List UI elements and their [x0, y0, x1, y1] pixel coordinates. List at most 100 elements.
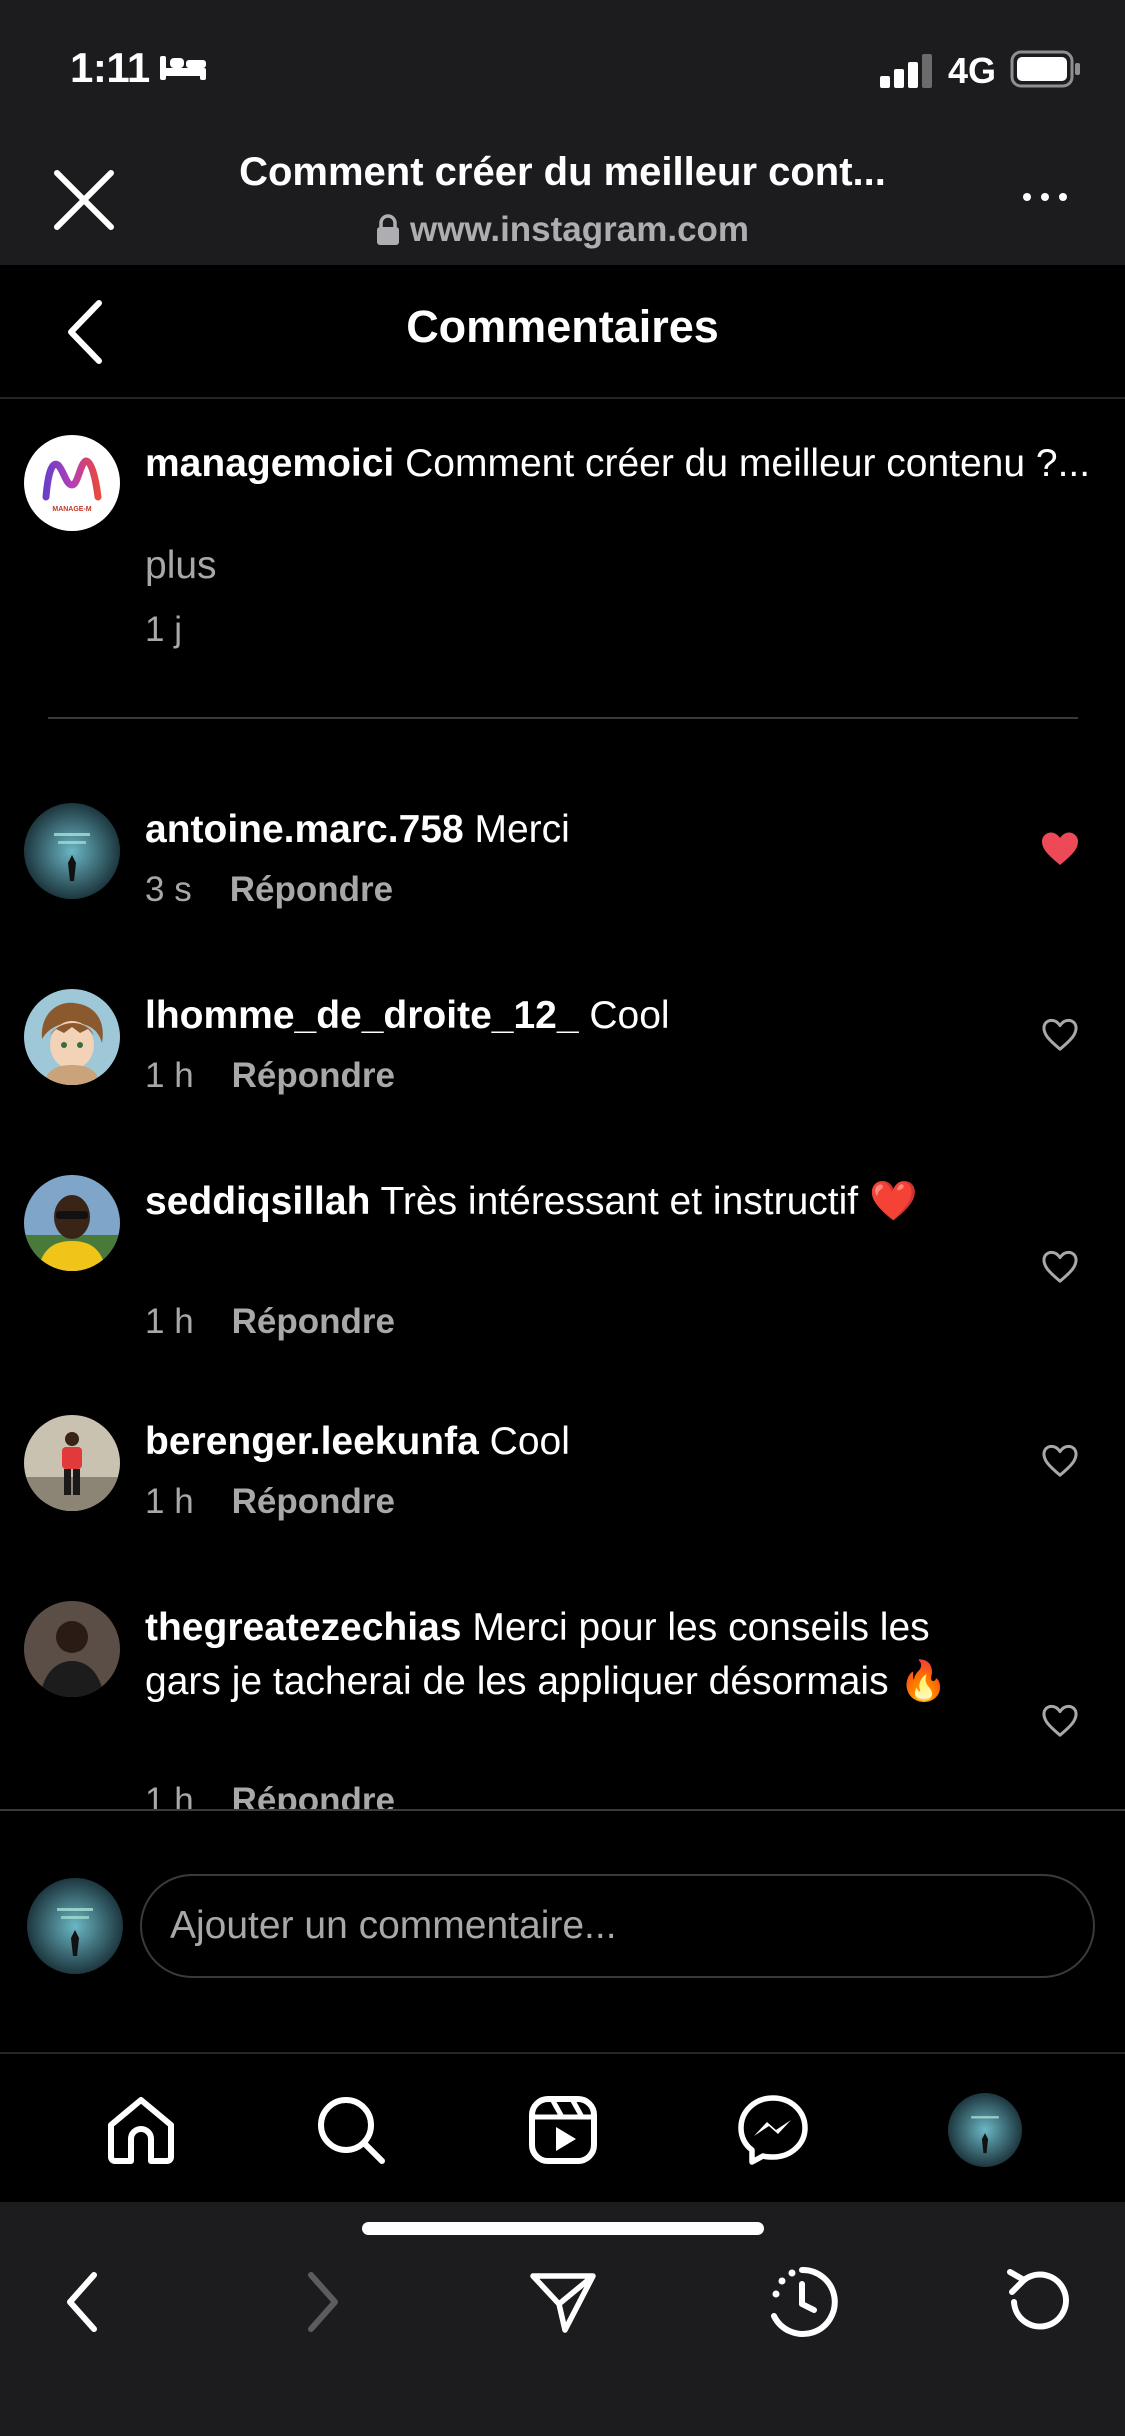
avatar-person-photo-image: [24, 1175, 120, 1271]
comment-meta: 3 s Répondre: [145, 870, 393, 910]
comment-username[interactable]: antoine.marc.758: [145, 808, 464, 851]
avatar-dark-teal-image: [948, 2093, 1022, 2167]
caption-author-avatar[interactable]: MANAGE-M: [24, 435, 120, 531]
heart-outline-icon: [1042, 1018, 1078, 1051]
comments-header: Commentaires: [0, 265, 1125, 399]
avatar-anime-character-image: [24, 989, 120, 1085]
history-button[interactable]: [762, 2262, 842, 2342]
close-icon: [54, 170, 114, 230]
comment-meta: 1 h Répondre: [145, 1781, 395, 1809]
tab-home[interactable]: [101, 2090, 181, 2170]
comment-item: lhomme_de_droite_12_ Cool 1 h Répondre: [0, 989, 1125, 1129]
tab-messenger[interactable]: [733, 2090, 813, 2170]
lock-icon: [376, 214, 399, 245]
comment-text: seddiqsillah Très intéressant et instruc…: [145, 1175, 975, 1229]
home-icon: [108, 2097, 174, 2164]
comment-item: thegreatezechias Merci pour les conseils…: [0, 1601, 1125, 1809]
current-user-avatar: [27, 1878, 123, 1974]
reels-icon: [529, 2096, 597, 2164]
chevron-left-icon: [67, 2272, 97, 2332]
like-button[interactable]: [1038, 1245, 1082, 1289]
commenter-avatar[interactable]: [24, 1415, 120, 1511]
commenter-avatar[interactable]: [24, 989, 120, 1085]
commenter-avatar[interactable]: [24, 1175, 120, 1271]
messenger-icon: [738, 2095, 808, 2165]
browser-back-button[interactable]: [42, 2262, 122, 2342]
reply-button[interactable]: Répondre: [232, 1482, 395, 1522]
reply-button[interactable]: Répondre: [232, 1781, 395, 1809]
reload-button[interactable]: [998, 2262, 1078, 2342]
managemoici-logo-icon: MANAGE-M: [42, 457, 102, 513]
comment-username[interactable]: thegreatezechias: [145, 1606, 461, 1649]
home-indicator: [362, 2222, 764, 2235]
history-icon: [771, 2266, 838, 2337]
comment-timestamp: 1 h: [145, 1781, 194, 1809]
comment-text: thegreatezechias Merci pour les conseils…: [145, 1601, 975, 1709]
tab-profile[interactable]: [945, 2090, 1025, 2170]
share-button[interactable]: [523, 2262, 603, 2342]
more-dot-icon: [1023, 193, 1031, 201]
comment-timestamp: 1 h: [145, 1482, 194, 1521]
comment-item: berenger.leekunfa Cool 1 h Répondre: [0, 1415, 1125, 1555]
caption-timestamp: 1 j: [145, 610, 182, 649]
comment-username[interactable]: berenger.leekunfa: [145, 1420, 479, 1463]
page-heading: Commentaires: [406, 301, 719, 352]
share-icon: [530, 2273, 596, 2333]
comment-meta: 1 h Répondre: [145, 1482, 395, 1522]
reply-button[interactable]: Répondre: [230, 870, 393, 910]
like-button[interactable]: [1038, 1013, 1082, 1057]
heart-outline-icon: [1042, 1250, 1078, 1283]
browser-forward-button[interactable]: [283, 2262, 363, 2342]
comment-text: lhomme_de_droite_12_ Cool: [145, 989, 975, 1043]
divider: [48, 717, 1078, 719]
tab-search[interactable]: [311, 2090, 391, 2170]
comment-meta: 1 h Répondre: [145, 1302, 395, 1342]
commenter-avatar[interactable]: [24, 1601, 120, 1697]
divider: [0, 1809, 1125, 1811]
comment-text: antoine.marc.758 Merci: [145, 803, 975, 857]
avatar-person-dark-image: [24, 1601, 120, 1697]
url-display[interactable]: www.instagram.com: [170, 210, 955, 250]
like-button[interactable]: [1038, 827, 1082, 871]
sleep-mode-icon: [158, 52, 208, 87]
tab-reels[interactable]: [523, 2090, 603, 2170]
close-button[interactable]: [48, 164, 120, 236]
caption-body: Comment créer du meilleur contenu ?...: [405, 442, 1091, 485]
network-type: 4G: [948, 50, 997, 91]
comment-item: seddiqsillah Très intéressant et instruc…: [0, 1175, 1125, 1375]
reply-button[interactable]: Répondre: [232, 1056, 395, 1096]
like-button[interactable]: [1038, 1439, 1082, 1483]
caption-username[interactable]: managemoici: [145, 442, 394, 485]
caption-more-link[interactable]: plus: [145, 544, 217, 588]
comment-timestamp: 3 s: [145, 870, 192, 909]
avatar-dark-teal-image: [27, 1878, 123, 1974]
reply-button[interactable]: Répondre: [232, 1302, 395, 1342]
comment-username[interactable]: seddiqsillah: [145, 1180, 370, 1223]
comment-body: Très intéressant et instructif ❤️: [380, 1180, 918, 1223]
chevron-left-icon: [68, 300, 102, 364]
avatar-dark-teal-image: [24, 803, 120, 899]
more-dot-icon: [1041, 193, 1049, 201]
chevron-right-icon: [308, 2272, 338, 2332]
avatar-person-outdoors-image: [24, 1415, 120, 1511]
comment-text: berenger.leekunfa Cool: [145, 1415, 975, 1469]
comment-input[interactable]: [140, 1874, 1095, 1978]
status-time: 1:11: [70, 44, 150, 91]
comment-body: Merci: [474, 808, 570, 851]
more-options-button[interactable]: [1010, 182, 1080, 212]
signal-icon: [880, 54, 936, 93]
svg-text:MANAGE-M: MANAGE-M: [52, 506, 91, 513]
back-button[interactable]: [55, 297, 115, 367]
comment-meta: 1 h Répondre: [145, 1056, 395, 1096]
caption-text: managemoici Comment créer du meilleur co…: [145, 437, 1125, 491]
battery-icon: [1010, 50, 1082, 93]
more-dot-icon: [1059, 193, 1067, 201]
like-button[interactable]: [1038, 1699, 1082, 1743]
commenter-avatar[interactable]: [24, 803, 120, 899]
comment-timestamp: 1 h: [145, 1302, 194, 1341]
search-icon: [318, 2097, 385, 2164]
heart-outline-icon: [1042, 1444, 1078, 1477]
page-title: Comment créer du meilleur cont...: [239, 150, 886, 194]
comment-username[interactable]: lhomme_de_droite_12_: [145, 994, 579, 1037]
heart-outline-icon: [1042, 1704, 1078, 1737]
